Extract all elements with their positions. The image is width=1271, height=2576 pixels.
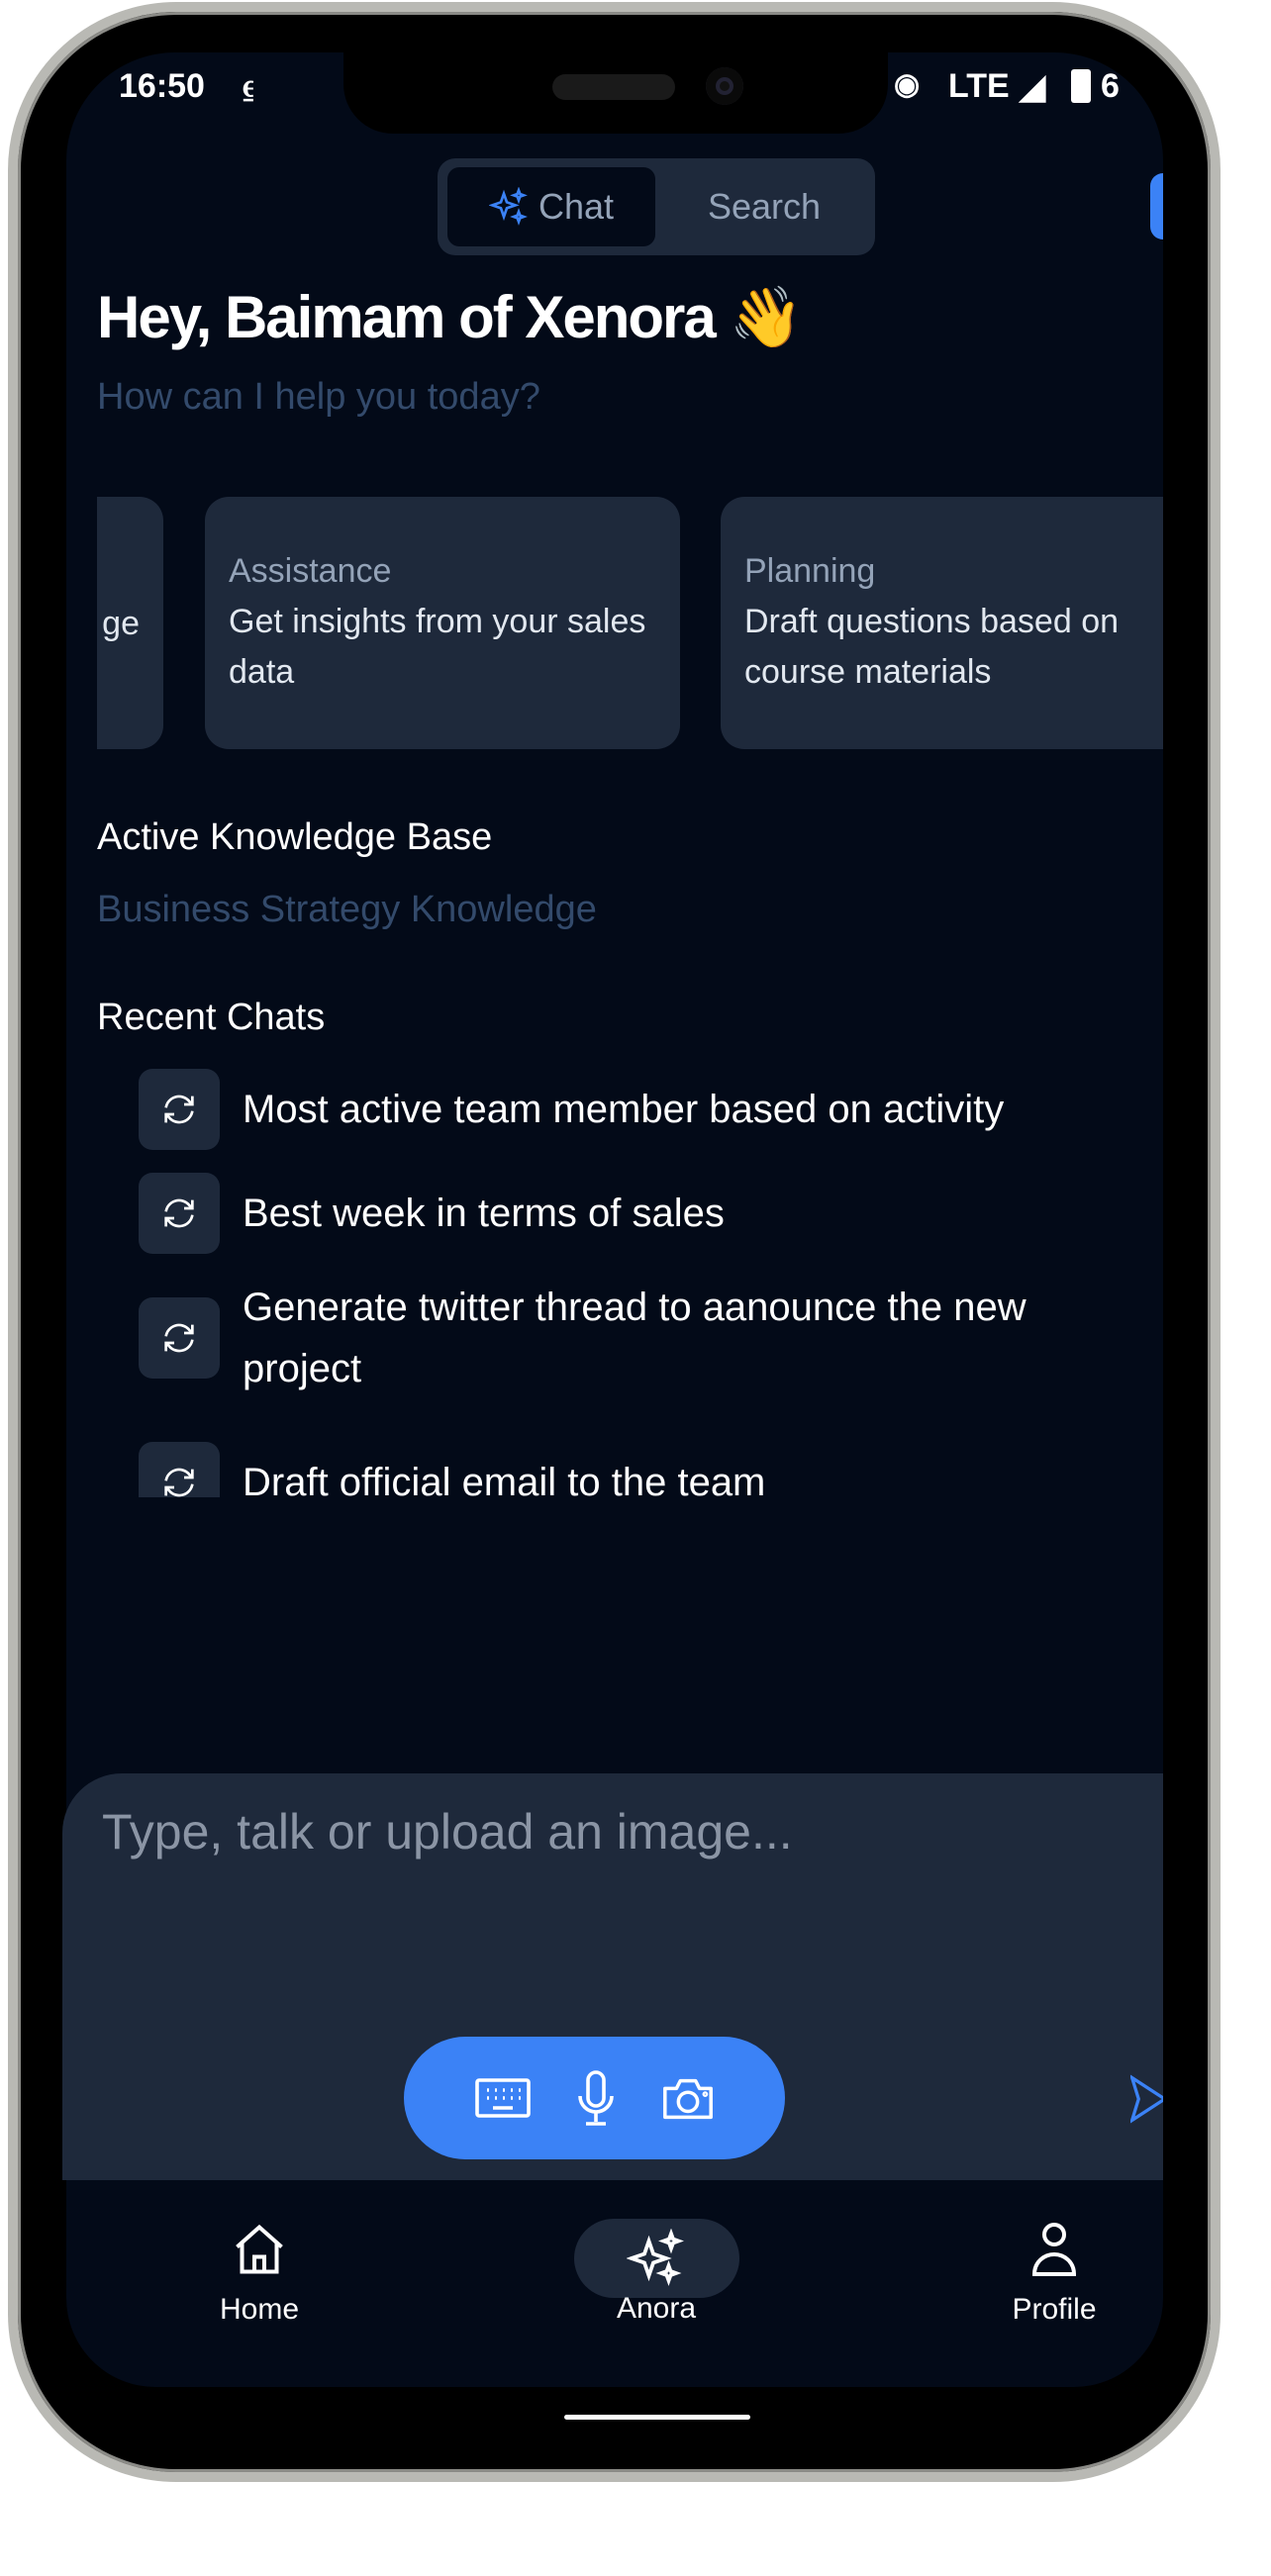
active-indicator	[573, 2219, 739, 2298]
tab-chat[interactable]: Chat	[447, 167, 655, 246]
card-label: Assistance	[229, 552, 392, 590]
list-item[interactable]: Generate twitter thread to aanounce the …	[139, 1277, 1128, 1399]
hotspot-icon: ◉	[894, 68, 921, 101]
knowledge-base-label: Active Knowledge Base	[97, 816, 493, 858]
battery-icon	[1071, 69, 1091, 103]
recent-chats-label: Recent Chats	[97, 997, 326, 1038]
signal-icon: ◢	[1020, 68, 1046, 106]
input-mode-pill	[404, 2037, 785, 2159]
tab-search[interactable]: Search	[665, 167, 863, 246]
suggestion-card[interactable]: ge	[97, 497, 163, 749]
tab-search-label: Search	[707, 186, 822, 227]
refresh-icon	[139, 1173, 220, 1254]
greeting-subtitle: How can I help you today?	[97, 376, 540, 418]
status-time: 16:50	[119, 67, 205, 105]
chat-title: Draft official email to the team	[243, 1461, 766, 1497]
camera-icon[interactable]	[659, 2072, 717, 2124]
greeting-text: Hey, Baimam of Xenora	[97, 284, 717, 350]
message-input[interactable]	[102, 1803, 1092, 1860]
refresh-icon	[139, 1069, 220, 1150]
nav-profile[interactable]: Profile	[955, 2220, 1153, 2327]
microphone-icon[interactable]	[576, 2067, 616, 2129]
suggestion-card[interactable]: Assistance Get insights from your sales d…	[205, 497, 680, 749]
user-icon	[1031, 2223, 1077, 2276]
front-camera	[706, 67, 743, 105]
recent-chats-list: Most active team member based on activit…	[0, 1059, 1163, 1497]
chat-title: Best week in terms of sales	[243, 1192, 725, 1235]
list-item[interactable]: Most active team member based on activit…	[139, 1069, 1004, 1150]
bottom-nav: Home Anora Profile	[66, 2180, 1163, 2387]
refresh-icon	[139, 1442, 220, 1497]
nav-anora[interactable]: Anora	[557, 2219, 755, 2326]
nav-home[interactable]: Home	[160, 2220, 358, 2327]
speaker-grille	[552, 74, 675, 100]
card-text: Draft questions based on course material…	[744, 603, 1120, 691]
wave-emoji: 👋	[729, 284, 803, 350]
nav-label: Profile	[1012, 2293, 1097, 2326]
network-type: LTE	[948, 67, 1010, 105]
card-text: Get insights from your sales data	[229, 603, 646, 691]
avatar-button[interactable]	[1150, 173, 1163, 239]
battery-level: 6	[1101, 67, 1120, 105]
nav-label: Anora	[616, 2292, 697, 2325]
chat-title: Most active team member based on activit…	[243, 1088, 1005, 1131]
home-indicator[interactable]	[564, 2415, 750, 2420]
list-item[interactable]: Best week in terms of sales	[139, 1173, 725, 1254]
home-icon	[236, 2224, 283, 2274]
sparkles-icon	[627, 2229, 684, 2286]
sparkles-icon	[488, 187, 528, 226]
suggestion-carousel: ge Assistance Get insights from your sale…	[97, 497, 1163, 749]
card-text: ge	[102, 605, 140, 642]
nav-label: Home	[219, 2293, 300, 2326]
tab-chat-label: Chat	[538, 186, 615, 227]
refresh-icon	[139, 1297, 220, 1379]
list-item[interactable]: Draft official email to the team	[139, 1442, 765, 1497]
notification-icon: ⍷	[240, 67, 259, 103]
chat-title: Generate twitter thread to aanounce the …	[243, 1286, 1027, 1390]
knowledge-base-value[interactable]: Business Strategy Knowledge	[97, 889, 597, 931]
greeting-title: Hey, Baimam of Xenora 👋	[97, 282, 803, 352]
card-label: Planning	[744, 552, 876, 590]
send-icon[interactable]	[1130, 2074, 1163, 2124]
mode-toggle: Chat Search	[438, 158, 875, 255]
keyboard-icon[interactable]	[473, 2073, 533, 2123]
suggestion-card[interactable]: Planning Draft questions based on course …	[721, 497, 1163, 749]
